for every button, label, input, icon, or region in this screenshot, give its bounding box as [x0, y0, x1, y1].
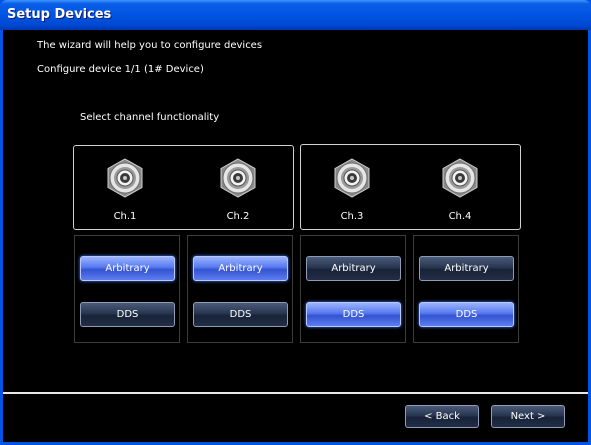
ch1-dds-button[interactable]: DDS [80, 302, 175, 327]
device-progress-text: Configure device 1/1 (1# Device) [37, 64, 204, 75]
next-button[interactable]: Next > [491, 405, 565, 428]
bnc-connector-icon [220, 158, 256, 198]
section-label: Select channel functionality [80, 112, 220, 123]
channel-4-panel: Arbitrary DDS [413, 235, 519, 343]
title-bar[interactable]: Setup Devices [0, 0, 591, 30]
channel-3-panel: Arbitrary DDS [300, 235, 406, 343]
ch3-dds-button[interactable]: DDS [306, 302, 401, 327]
window-title: Setup Devices [7, 7, 112, 22]
ch1-arbitrary-button[interactable]: Arbitrary [80, 256, 175, 281]
bnc-connector-icon [334, 158, 370, 198]
setup-devices-window: Setup Devices The wizard will help you t… [0, 0, 591, 445]
ch4-arbitrary-button[interactable]: Arbitrary [419, 256, 514, 281]
wizard-content: The wizard will help you to configure de… [3, 30, 588, 442]
bnc-connector-icon [107, 158, 143, 198]
channel-label: Ch.4 [448, 211, 472, 222]
channel-2-panel: Arbitrary DDS [187, 235, 293, 343]
back-button[interactable]: < Back [405, 405, 479, 428]
ch2-dds-button[interactable]: DDS [193, 302, 288, 327]
channel-label: Ch.2 [226, 211, 250, 222]
footer-divider [3, 392, 588, 394]
ch3-arbitrary-button[interactable]: Arbitrary [306, 256, 401, 281]
bnc-connector-icon [442, 158, 478, 198]
channel-label: Ch.3 [340, 211, 364, 222]
channel-1-panel: Arbitrary DDS [74, 235, 180, 343]
ch4-dds-button[interactable]: DDS [419, 302, 514, 327]
intro-text: The wizard will help you to configure de… [37, 40, 263, 51]
channel-label: Ch.1 [113, 211, 137, 222]
ch2-arbitrary-button[interactable]: Arbitrary [193, 256, 288, 281]
